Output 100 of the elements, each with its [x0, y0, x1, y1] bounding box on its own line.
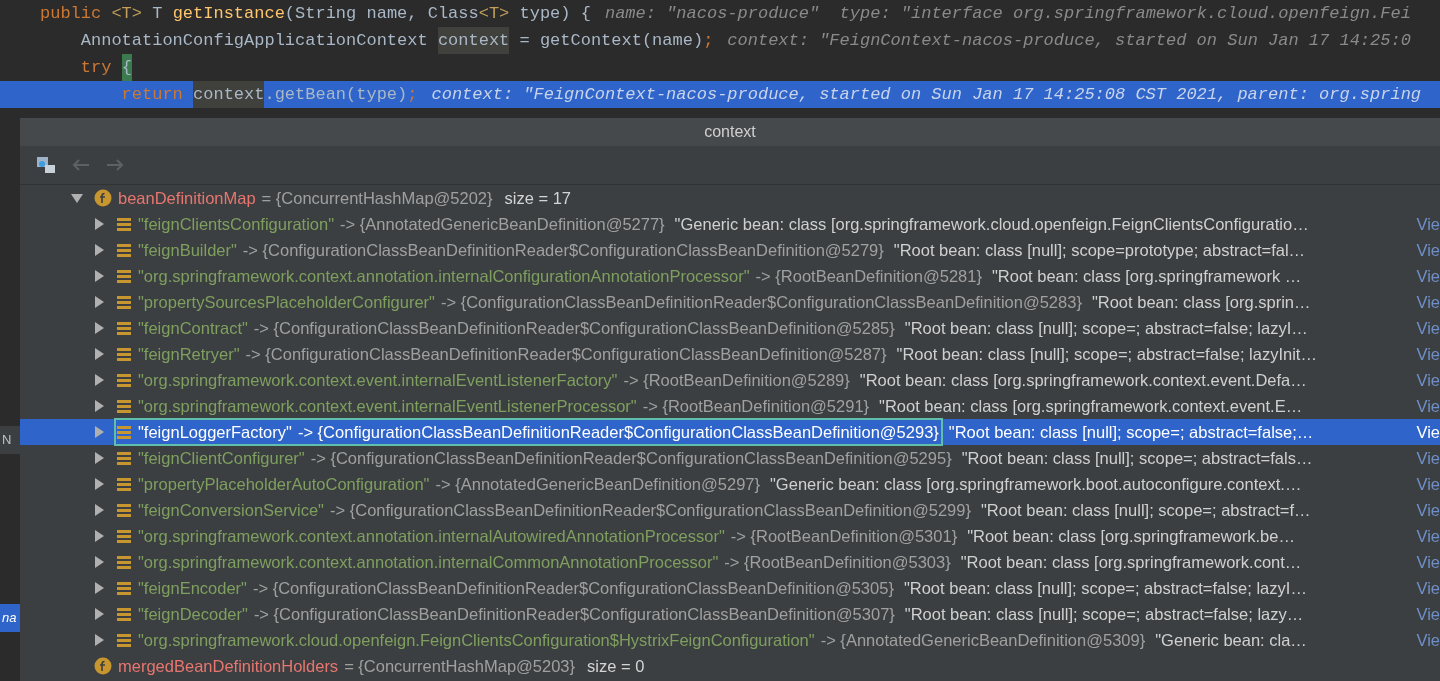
view-link[interactable]: Vie — [1410, 604, 1440, 624]
entry-description: "Root bean: class [org.sprin… — [1091, 292, 1312, 312]
code-text: T — [151, 3, 164, 25]
entry-value: -> {RootBeanDefinition@5281} — [755, 266, 982, 286]
tree-row[interactable]: "propertySourcesPlaceholderConfigurer" -> {ConfigurationClassBeanDefinitionReader$ConfigurationClassBeanDefinition@5283} "Root bean: class [org.sprin… Vie — [20, 289, 1440, 315]
tree-row[interactable]: "org.springframework.context.event.internalEventListenerFactory" -> {RootBeanDefinition@5289} "Root bean: class [org.springframework.context.event.Defa… Vie — [20, 367, 1440, 393]
entry-description: "Root bean: class [null]; scope=; abstract=fals… — [961, 448, 1314, 468]
view-link[interactable]: Vie — [1410, 630, 1440, 650]
tree-row[interactable]: "feignConversionService" -> {ConfigurationClassBeanDefinitionReader$ConfigurationClassBeanDefinition@5299} "Root bean: class [null]; scope=; abstract=f… Vie — [20, 497, 1440, 523]
map-entry-icon — [116, 450, 132, 466]
tree-row[interactable]: "feignRetryer" -> {ConfigurationClassBeanDefinitionReader$ConfigurationClassBeanDefinition@5287} "Root bean: class [null]; scope=; abstract=false; lazyInit… Vie — [20, 341, 1440, 367]
entry-value: -> {ConfigurationClassBeanDefinitionReader$ConfigurationClassBeanDefinition@5287} — [245, 344, 887, 364]
entry-value: -> {AnnotatedGenericBeanDefinition@5297} — [435, 474, 760, 494]
entry-value: -> {ConfigurationClassBeanDefinitionReader$ConfigurationClassBeanDefinition@5307} — [253, 604, 895, 624]
expand-toggle-icon[interactable] — [92, 347, 106, 361]
entry-value: -> {ConfigurationClassBeanDefinitionReader$ConfigurationClassBeanDefinition@5279} — [242, 240, 884, 260]
tree-row[interactable]: "feignClientsConfiguration" -> {AnnotatedGenericBeanDefinition@5277} "Generic bean: class [org.springframework.cloud.openfeign.FeignClientsConfiguratio… Vie — [20, 211, 1440, 237]
view-link[interactable]: Vie — [1410, 500, 1440, 520]
view-link[interactable]: Vie — [1410, 370, 1440, 390]
tree-row[interactable]: "feignDecoder" -> {ConfigurationClassBeanDefinitionReader$ConfigurationClassBeanDefinition@5307} "Root bean: class [null]; scope=; abstract=false; lazy… Vie — [20, 601, 1440, 627]
side-tab[interactable]: N — [0, 426, 20, 454]
view-link[interactable]: Vie — [1410, 266, 1440, 286]
expand-toggle-icon[interactable] — [92, 581, 106, 595]
expand-toggle-icon[interactable] — [92, 503, 106, 517]
tree-row[interactable]: "org.springframework.cloud.openfeign.FeignClientsConfiguration$HystrixFeignConfiguration" -> {AnnotatedGenericBeanDefinition@5309} "Generic bean: cla… Vie — [20, 627, 1440, 653]
expand-toggle-icon[interactable] — [92, 555, 106, 569]
tree-row[interactable]: "org.springframework.context.annotation.internalConfigurationAnnotationProcessor" -> {RootBeanDefinition@5281} "Root bean: class [org.springframework … Vie — [20, 263, 1440, 289]
tree-row[interactable]: "feignLoggerFactory" -> {ConfigurationClassBeanDefinitionReader$ConfigurationClassBeanDefinition@5293} "Root bean: class [null]; scope=; abstract=false;… Vie — [20, 419, 1440, 445]
expand-toggle-icon[interactable] — [92, 607, 106, 621]
map-entry-icon — [116, 476, 132, 492]
entry-key: "feignRetryer" — [138, 344, 240, 364]
entry-value: -> {ConfigurationClassBeanDefinitionReader$ConfigurationClassBeanDefinition@5283} — [440, 292, 1082, 312]
view-link[interactable]: Vie — [1410, 448, 1440, 468]
view-link[interactable]: Vie — [1410, 214, 1440, 234]
entry-value: -> {ConfigurationClassBeanDefinitionReader$ConfigurationClassBeanDefinition@5295} — [310, 448, 952, 468]
code-text: .getBean(type) — [264, 84, 408, 106]
tree-row[interactable]: "org.springframework.context.annotation.internalAutowiredAnnotationProcessor" -> {RootBeanDefinition@5301} "Root bean: class [org.springframework.be… Vie — [20, 523, 1440, 549]
entry-key: "feignConversionService" — [138, 500, 324, 520]
size-label: size = 0 — [587, 656, 645, 676]
expand-toggle-icon[interactable] — [92, 295, 106, 309]
field-icon — [94, 189, 112, 207]
entry-value: -> {ConfigurationClassBeanDefinitionReader$ConfigurationClassBeanDefinition@5285} — [253, 318, 895, 338]
side-tab[interactable]: na — [0, 604, 20, 632]
expand-toggle-icon[interactable] — [92, 633, 106, 647]
expand-toggle-icon[interactable] — [92, 243, 106, 257]
view-link[interactable]: Vie — [1410, 344, 1440, 364]
expand-toggle-icon[interactable] — [92, 425, 106, 439]
entry-value: -> {RootBeanDefinition@5289} — [623, 370, 850, 390]
tree-row[interactable]: "org.springframework.context.event.internalEventListenerProcessor" -> {RootBeanDefinition@5291} "Root bean: class [org.springframework.context.event.E… Vie — [20, 393, 1440, 419]
map-entry-icon — [116, 424, 132, 440]
entry-key: "org.springframework.context.event.internalEventListenerFactory" — [138, 370, 618, 390]
map-entry-icon — [116, 632, 132, 648]
map-entry-icon — [116, 268, 132, 284]
watch-icon[interactable] — [36, 156, 56, 174]
expand-toggle-icon[interactable] — [92, 529, 106, 543]
map-entry-icon — [116, 502, 132, 518]
entry-key: "feignContract" — [138, 318, 248, 338]
entry-value: -> {ConfigurationClassBeanDefinitionReader$ConfigurationClassBeanDefinition@5293} — [297, 422, 939, 442]
view-link[interactable]: Vie — [1410, 526, 1440, 546]
entry-key: "org.springframework.context.annotation.internalCommonAnnotationProcessor" — [138, 552, 719, 572]
code-variable: context — [193, 81, 265, 108]
view-link[interactable]: Vie — [1410, 396, 1440, 416]
view-link[interactable]: Vie — [1410, 240, 1440, 260]
entry-value: -> {ConfigurationClassBeanDefinitionReader$ConfigurationClassBeanDefinition@5305} — [252, 578, 894, 598]
entry-key: "feignClientConfigurer" — [138, 448, 305, 468]
entry-description: "Root bean: class [null]; scope=; abstract=false; lazyI… — [904, 318, 1309, 338]
view-link[interactable]: Vie — [1410, 578, 1440, 598]
tree-row[interactable]: "feignBuilder" -> {ConfigurationClassBeanDefinitionReader$ConfigurationClassBeanDefinition@5279} "Root bean: class [null]; scope=prototype; abstract=fal… Vie — [20, 237, 1440, 263]
field-name: beanDefinitionMap — [118, 188, 256, 208]
view-link[interactable]: Vie — [1410, 552, 1440, 572]
expand-toggle-icon[interactable] — [70, 191, 84, 205]
expand-toggle-icon[interactable] — [92, 399, 106, 413]
view-link[interactable]: Vie — [1410, 318, 1440, 338]
view-link[interactable]: Vie — [1410, 474, 1440, 494]
tree-row[interactable]: "feignClientConfigurer" -> {ConfigurationClassBeanDefinitionReader$ConfigurationClassBeanDefinition@5295} "Root bean: class [null]; scope=; abstract=fals… Vie — [20, 445, 1440, 471]
tree-row[interactable]: "propertyPlaceholderAutoConfiguration" -> {AnnotatedGenericBeanDefinition@5297} "Generic bean: class [org.springframework.boot.autoconfigure.context.… Vie — [20, 471, 1440, 497]
entry-key: "propertySourcesPlaceholderConfigurer" — [138, 292, 435, 312]
entry-description: "Root bean: class [null]; scope=; abstract=false; lazyInit… — [896, 344, 1318, 364]
entry-description: "Root bean: class [org.springframework.cont… — [960, 552, 1303, 572]
expand-toggle-icon[interactable] — [92, 373, 106, 387]
expand-toggle-icon[interactable] — [92, 269, 106, 283]
entry-key: "feignDecoder" — [138, 604, 248, 624]
tree-row[interactable]: "feignContract" -> {ConfigurationClassBeanDefinitionReader$ConfigurationClassBeanDefinition@5285} "Root bean: class [null]; scope=; abstract=false; lazyI… Vie — [20, 315, 1440, 341]
entry-key: "feignEncoder" — [138, 578, 247, 598]
tree-row[interactable]: "org.springframework.context.annotation.internalCommonAnnotationProcessor" -> {RootBeanDefinition@5303} "Root bean: class [org.springframework.cont… Vie — [20, 549, 1440, 575]
entry-value: -> {RootBeanDefinition@5303} — [724, 552, 951, 572]
entry-description: "Root bean: class [org.springframework.context.event.E… — [879, 396, 1304, 416]
tree-row[interactable]: "feignEncoder" -> {ConfigurationClassBeanDefinitionReader$ConfigurationClassBeanDefinition@5305} "Root bean: class [null]; scope=; abstract=false; lazyI… Vie — [20, 575, 1440, 601]
expand-toggle-icon[interactable] — [92, 217, 106, 231]
expand-toggle-icon[interactable] — [92, 451, 106, 465]
view-link[interactable]: Vie — [1410, 422, 1440, 442]
expand-toggle-icon[interactable] — [92, 477, 106, 491]
code-text: (String name, Class — [284, 3, 479, 25]
size-label: size = 17 — [504, 188, 572, 208]
code-type-parameter: <T> — [478, 3, 510, 25]
expand-toggle-icon[interactable] — [92, 321, 106, 335]
view-link[interactable]: Vie — [1410, 292, 1440, 312]
code-method-name: getInstance — [172, 3, 285, 25]
entry-value: -> {ConfigurationClassBeanDefinitionReader$ConfigurationClassBeanDefinition@5299} — [330, 500, 971, 520]
code-keyword: ; — [703, 30, 714, 52]
